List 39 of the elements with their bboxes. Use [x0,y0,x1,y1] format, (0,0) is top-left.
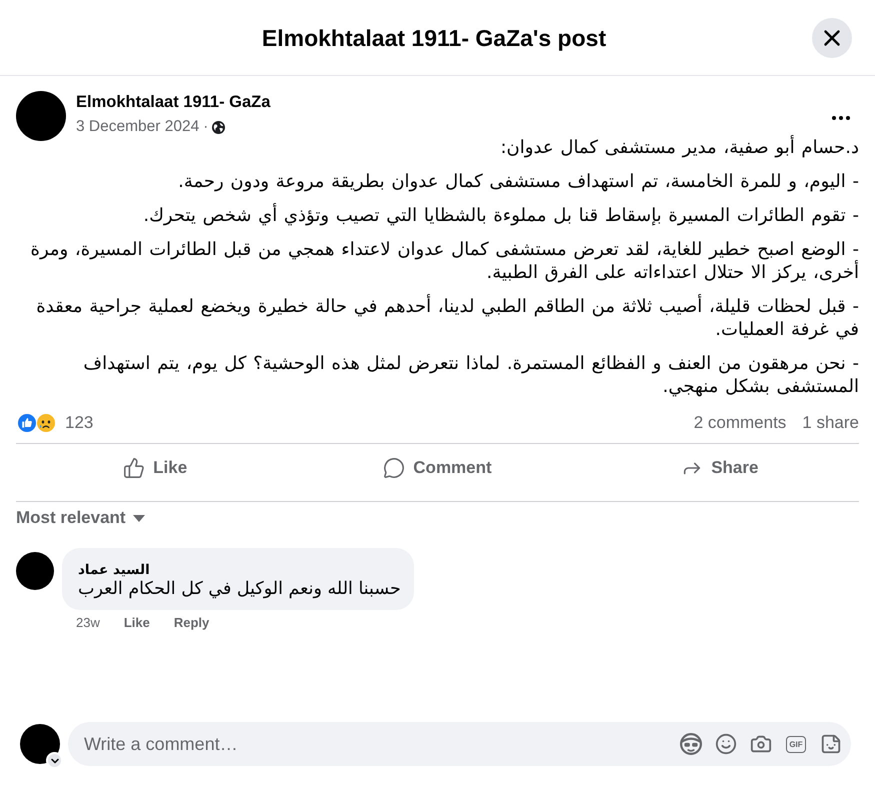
comment-like-link[interactable]: Like [124,615,150,631]
post-date[interactable]: 3 December 2024 [76,118,200,136]
comment-text: حسبنا الله ونعم الوكيل في كل الحكام العرب [78,579,401,600]
author-name[interactable]: Elmokhtalaat 1911- GaZa [76,92,270,112]
comments-count-link[interactable]: 2 comments [694,413,786,433]
dialog-title: Elmokhtalaat 1911- GaZa's post [262,24,606,52]
post-paragraph: د.حسام أبو صفية، مدير مستشفى كمال عدوان: [499,136,859,159]
thumbs-up-icon [17,413,37,433]
camera-icon [750,733,772,755]
face-glasses-icon [680,733,702,755]
like-button[interactable]: Like [16,448,294,488]
share-button[interactable]: Share [580,448,859,488]
more-icon [832,116,850,120]
close-button[interactable] [812,18,852,58]
thumbs-up-icon [123,457,146,479]
avatar [16,552,54,590]
reaction-count: 123 [65,413,94,433]
comment-time: 23w [76,615,100,631]
caret-down-icon [132,514,145,522]
avatar [16,91,66,141]
avatar [20,724,60,764]
gif-button[interactable]: GIF [786,736,806,752]
globe-icon [212,120,226,134]
speech-bubble-icon [383,457,406,479]
sad-face-icon [36,413,56,433]
comment-reply-link[interactable]: Reply [174,615,210,631]
post-paragraph: - الوضع اصبح خطير للغاية، لقد تعرض مستشفى كمال عدوان لاعتداء همجي من قبل الطائرات المسيرة، ومرة أخرى، يركز الا حتلال اعتداءاته على الفرق الطبية. [30,238,859,284]
comment-input[interactable]: Write a comment… GIF [68,722,851,766]
sticker-icon [820,733,842,755]
shares-count-link[interactable]: 1 share [802,413,859,433]
comment-author[interactable]: السيد عماد [78,562,150,579]
smiley-icon [715,733,737,755]
sort-dropdown[interactable]: Most relevant [16,508,145,528]
post-paragraph: - تقوم الطائرات المسيرة بإسقاط قنا بل مملوءة بالشظايا التي تصيب وتؤذي أي شخص يتحرك. [142,204,859,227]
separator-dot: · [203,118,208,136]
comment-button[interactable]: Comment [298,448,577,488]
post-paragraph: - اليوم، و للمرة الخامسة، تم استهداف مستشفى كمال عدوان بطريقة مروعة ودون رحمة. [177,170,859,193]
post-paragraph: - قبل لحظات قليلة، أصيب ثلاثة من الطاقم الطبي لدينا، أحدهم في حالة خطيرة ويخضع لعملية جراحية معقدة في غرفة العمليات. [35,295,859,341]
post-paragraph: - نحن مرهقون من العنف و الفظائع المستمرة. لماذا نتعرض لمثل هذه الوحشية؟ كل يوم، يتم استهداف المستشفى بشكل منهجي. [82,352,859,398]
